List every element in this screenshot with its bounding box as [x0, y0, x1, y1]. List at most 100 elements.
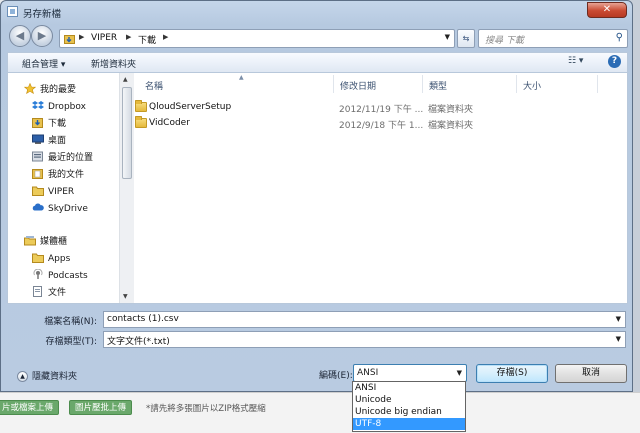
- skydrive-icon: [32, 202, 44, 213]
- back-button[interactable]: ◀: [9, 25, 31, 47]
- filename-label: 檔案名稱(N):: [44, 317, 97, 327]
- refresh-button[interactable]: ⇆: [457, 29, 475, 48]
- nav-item-my-documents[interactable]: 我的文件: [32, 168, 84, 182]
- encoding-option-unicode-big-endian[interactable]: Unicode big endian: [353, 406, 465, 418]
- desktop-icon: [32, 134, 44, 145]
- refresh-icon: ⇆: [462, 34, 470, 43]
- filetype-value: 文字文件(*.txt): [107, 337, 170, 347]
- search-icon[interactable]: ⚲: [616, 32, 623, 43]
- folder-icon: [32, 252, 44, 263]
- folder-icon: [32, 185, 44, 196]
- scroll-down-icon[interactable]: ▼: [123, 293, 128, 300]
- encoding-dropdown-icon[interactable]: ▼: [457, 369, 462, 377]
- sort-ascending-icon: ▲: [239, 74, 244, 81]
- nav-item-skydrive[interactable]: SkyDrive: [32, 202, 88, 216]
- file-list: ▲ 名稱 修改日期 類型 大小 QloudServerSetup 2012/11…: [135, 73, 627, 303]
- file-name: QloudServerSetup: [149, 102, 232, 112]
- filetype-dropdown-icon[interactable]: ▼: [616, 335, 621, 343]
- file-name: VidCoder: [149, 118, 190, 128]
- breadcrumb-separator-icon: ▶: [163, 33, 169, 41]
- help-button[interactable]: ?: [608, 55, 621, 68]
- forward-button[interactable]: ▶: [31, 25, 53, 47]
- navigation-scrollbar[interactable]: ▲ ▼: [119, 73, 134, 303]
- breadcrumb-separator-icon: ▶: [79, 33, 85, 41]
- upload-file-button[interactable]: 片或檔案上傳: [0, 400, 60, 415]
- filename-dropdown-icon[interactable]: ▼: [616, 315, 621, 323]
- documents-icon: [32, 168, 44, 179]
- column-separator[interactable]: [333, 75, 334, 93]
- save-button[interactable]: 存檔(S): [476, 364, 548, 383]
- filename-value: contacts (1).csv: [107, 314, 179, 324]
- recent-places-icon: [32, 151, 44, 162]
- nav-item-documents-library[interactable]: 文件: [32, 286, 66, 300]
- filetype-select[interactable]: 文字文件(*.txt) ▼: [103, 331, 626, 348]
- podcast-icon: [32, 268, 44, 280]
- hide-folders-toggle[interactable]: ▲ 隱藏資料夾: [17, 369, 77, 382]
- column-header-type[interactable]: 類型: [429, 79, 447, 92]
- encoding-value: ANSI: [357, 368, 379, 378]
- nav-item-dropbox[interactable]: Dropbox: [32, 100, 86, 114]
- file-row[interactable]: VidCoder 2012/9/18 下午 1... 檔案資料夾: [135, 116, 627, 131]
- downloads-folder-icon: [64, 33, 76, 48]
- nav-item-desktop[interactable]: 桌面: [32, 134, 66, 148]
- documents-icon: [32, 286, 44, 297]
- column-separator[interactable]: [516, 75, 517, 93]
- column-separator[interactable]: [597, 75, 598, 93]
- column-header-date[interactable]: 修改日期: [340, 79, 376, 92]
- dropbox-icon: [32, 100, 44, 111]
- encoding-select[interactable]: ANSI ▼: [353, 364, 467, 382]
- address-bar[interactable]: ▶ VIPER ▶ 下載 ▶ ▼: [59, 29, 455, 48]
- encoding-label: 編碼(E):: [319, 371, 353, 381]
- navigation-pane: 我的最愛 Dropbox 下載 桌面 最近的位置 我的文件 VIPER SkyD…: [8, 73, 128, 303]
- browser-area: 我的最愛 Dropbox 下載 桌面 最近的位置 我的文件 VIPER SkyD…: [7, 72, 628, 304]
- batch-image-upload-button[interactable]: 圖片壓批上傳: [69, 400, 133, 415]
- libraries-icon: [24, 235, 36, 246]
- save-as-dialog: 另存新檔 ✕ ◀ ▶ ▶ VIPER ▶ 下載 ▶ ▼ ⇆ 搜尋 下載 ⚲ 組合…: [0, 0, 633, 392]
- scroll-up-icon[interactable]: ▲: [123, 76, 128, 83]
- cancel-button[interactable]: 取消: [555, 364, 627, 383]
- upload-hint: *請先將多張圖片以ZIP格式壓縮: [146, 404, 266, 414]
- nav-item-podcasts[interactable]: Podcasts: [32, 268, 88, 283]
- file-date: 2012/9/18 下午 1...: [339, 121, 424, 131]
- column-separator[interactable]: [422, 75, 423, 93]
- organize-button[interactable]: 組合管理 ▾: [22, 57, 65, 70]
- encoding-option-ansi[interactable]: ANSI: [353, 382, 465, 394]
- forward-arrow-icon: ▶: [37, 29, 47, 42]
- nav-item-downloads[interactable]: 下載: [32, 117, 66, 131]
- encoding-option-utf8[interactable]: UTF-8: [353, 418, 465, 430]
- folder-icon: [135, 116, 147, 128]
- column-header-size[interactable]: 大小: [523, 79, 541, 92]
- nav-item-recent-places[interactable]: 最近的位置: [32, 151, 93, 165]
- encoding-option-unicode[interactable]: Unicode: [353, 394, 465, 406]
- nav-item-libraries[interactable]: 媒體櫃: [24, 235, 67, 249]
- nav-item-apps[interactable]: Apps: [32, 252, 70, 266]
- scrollbar-thumb[interactable]: [122, 87, 132, 179]
- notepad-icon: [7, 6, 18, 17]
- encoding-dropdown-list: ANSI Unicode Unicode big endian UTF-8: [352, 381, 466, 432]
- downloads-icon: [32, 117, 44, 128]
- title-bar: 另存新檔 ✕: [1, 1, 632, 23]
- chevron-up-icon: ▲: [17, 371, 28, 382]
- close-button[interactable]: ✕: [587, 2, 627, 18]
- column-header-name[interactable]: 名稱: [145, 79, 163, 92]
- hide-folders-label: 隱藏資料夾: [32, 372, 78, 382]
- search-input[interactable]: 搜尋 下載 ⚲: [478, 29, 628, 48]
- file-date: 2012/11/19 下午 ...: [339, 105, 424, 115]
- view-options-button[interactable]: ☷ ▾: [568, 56, 583, 66]
- folder-icon: [135, 100, 147, 112]
- filetype-label: 存檔類型(T):: [45, 337, 97, 347]
- breadcrumb-viper[interactable]: VIPER: [91, 33, 117, 43]
- back-arrow-icon: ◀: [15, 29, 25, 42]
- file-type: 檔案資料夾: [428, 105, 474, 115]
- search-placeholder: 搜尋 下載: [485, 36, 524, 46]
- address-dropdown-icon[interactable]: ▼: [445, 33, 450, 41]
- nav-item-favorites[interactable]: 我的最愛: [23, 82, 76, 97]
- new-folder-button[interactable]: 新增資料夾: [91, 57, 136, 70]
- breadcrumb-downloads[interactable]: 下載: [138, 33, 156, 46]
- star-icon: [23, 82, 37, 95]
- file-type: 檔案資料夾: [428, 121, 474, 131]
- file-row[interactable]: QloudServerSetup 2012/11/19 下午 ... 檔案資料夾: [135, 100, 627, 115]
- filename-input[interactable]: contacts (1).csv ▼: [103, 311, 626, 328]
- toolbar: 組合管理 ▾ 新增資料夾 ☷ ▾ ?: [7, 52, 628, 72]
- nav-item-viper[interactable]: VIPER: [32, 185, 74, 199]
